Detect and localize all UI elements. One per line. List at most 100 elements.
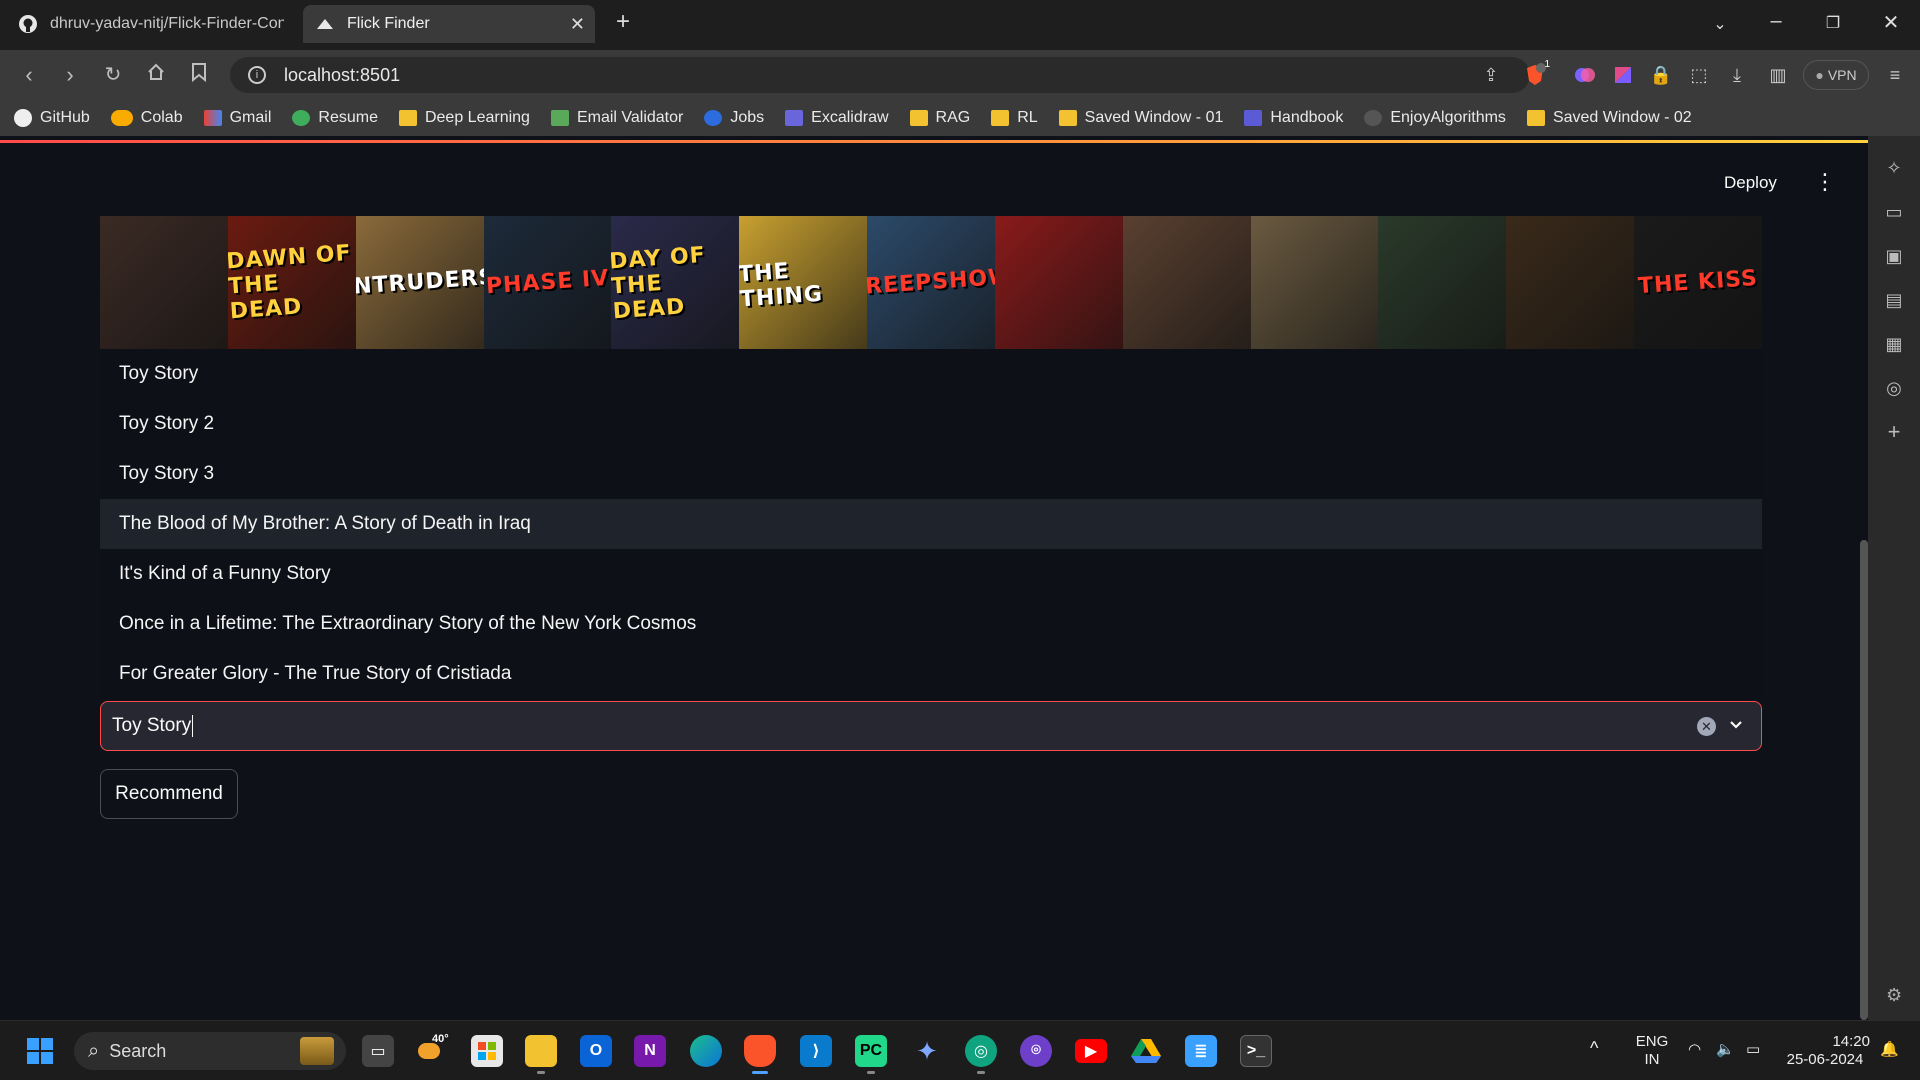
brave-shield-icon[interactable]: 1	[1522, 59, 1550, 88]
chatgpt-panel-icon[interactable]: ◎	[1882, 376, 1906, 400]
edge-icon[interactable]	[690, 1035, 722, 1067]
windows-start-icon[interactable]	[24, 1035, 56, 1067]
streamlit-icon	[315, 14, 335, 34]
chatgpt-icon[interactable]: ◎	[965, 1035, 997, 1067]
tab-github[interactable]: dhruv-yadav-nitj/Flick-Finder-Conte	[6, 5, 296, 43]
wallet-icon[interactable]: ▣	[1882, 244, 1906, 268]
bookmark-icon[interactable]	[186, 62, 212, 88]
add-panel-icon[interactable]: +	[1882, 420, 1906, 444]
bookmark-resume[interactable]: Resume	[292, 109, 378, 127]
notifications-icon[interactable]: 🔔	[1880, 1041, 1899, 1059]
share-icon[interactable]: ⇪	[1478, 62, 1504, 88]
extensions-icon[interactable]: ⬚	[1686, 62, 1712, 88]
bookmark-excalidraw[interactable]: Excalidraw	[785, 109, 889, 127]
file-explorer-icon[interactable]	[525, 1035, 557, 1067]
app-menu-icon[interactable]: ⋮	[1814, 169, 1836, 195]
volume-icon[interactable]: 🔈	[1716, 1041, 1735, 1059]
select-dropdown-menu: Toy Story Toy Story 2 Toy Story 3 The Blood…	[100, 349, 1762, 699]
brave-talk-icon[interactable]: ▭	[1882, 200, 1906, 224]
github-icon	[14, 109, 32, 127]
bookmark-saved-window-01[interactable]: Saved Window - 01	[1058, 109, 1223, 127]
github-desktop-icon[interactable]: ⌾	[1020, 1035, 1052, 1067]
battery-icon[interactable]: ▭	[1746, 1041, 1760, 1059]
bookmark-email-validator[interactable]: Email Validator	[550, 109, 683, 127]
github-icon	[18, 14, 38, 34]
bookmark-deep-learning[interactable]: Deep Learning	[398, 109, 530, 127]
menu-icon[interactable]: ≡	[1882, 62, 1908, 88]
reload-icon[interactable]: ↻	[100, 62, 126, 88]
chevron-up-icon[interactable]: ^	[1590, 1039, 1598, 1057]
store-icon[interactable]	[471, 1035, 503, 1067]
movie-poster	[1250, 216, 1379, 349]
google-drive-icon[interactable]	[1130, 1035, 1162, 1067]
clear-icon[interactable]: ✕	[1697, 717, 1716, 736]
search-placeholder: Search	[109, 1040, 167, 1061]
dropdown-option[interactable]: For Greater Glory - The True Story of Cr…	[100, 649, 1762, 699]
bookmark-colab[interactable]: Colab	[110, 109, 183, 127]
extension-flag-icon[interactable]	[1610, 62, 1636, 88]
home-icon[interactable]	[143, 62, 169, 88]
reading-list-icon[interactable]: ▦	[1882, 332, 1906, 356]
minimize-button[interactable]: –	[1756, 10, 1796, 33]
onenote-icon[interactable]: N	[634, 1035, 666, 1067]
bookmarks-panel-icon[interactable]: ▤	[1882, 288, 1906, 312]
back-icon[interactable]: ‹	[16, 62, 42, 88]
pycharm-icon[interactable]: PC	[855, 1035, 887, 1067]
dropdown-option[interactable]: Toy Story	[100, 349, 1762, 399]
vpn-button[interactable]: ● VPN	[1803, 60, 1869, 90]
recommend-button[interactable]: Recommend	[100, 769, 238, 819]
language-indicator[interactable]: ENG IN	[1630, 1033, 1674, 1069]
bookmark-rl[interactable]: RL	[991, 109, 1038, 127]
task-view-icon[interactable]: ▭	[362, 1035, 394, 1067]
clock[interactable]: 14:20 25-06-2024	[1780, 1033, 1870, 1069]
downloads-icon[interactable]: ⤓	[1724, 62, 1750, 88]
movie-posters-banner: DAWN OF THE DEAD INTRUDERS PHASE IV DAY OF …	[100, 216, 1762, 349]
bookmark-gmail[interactable]: Gmail	[203, 109, 271, 127]
vscode-icon[interactable]: ⟩	[800, 1035, 832, 1067]
new-tab-button[interactable]: +	[603, 8, 643, 36]
tab-flick-finder[interactable]: Flick Finder ✕	[303, 5, 595, 43]
weather-icon[interactable]: 40°	[414, 1033, 449, 1067]
bookmark-handbook[interactable]: Handbook	[1244, 109, 1343, 127]
dropdown-option[interactable]: The Blood of My Brother: A Story of Deat…	[100, 499, 1762, 549]
tab-search-chevron-icon[interactable]: ⌄	[1700, 14, 1740, 34]
outlook-icon[interactable]: O	[580, 1035, 612, 1067]
bookmark-github[interactable]: GitHub	[14, 109, 90, 127]
bookmark-enjoyalgorithms[interactable]: EnjoyAlgorithms	[1364, 109, 1506, 127]
taskbar-search[interactable]: ⌕ Search	[74, 1032, 346, 1070]
bookmarks-bar: GitHub Colab Gmail Resume Deep Learning …	[0, 100, 1920, 136]
dropdown-option[interactable]: It's Kind of a Funny Story	[100, 549, 1762, 599]
bookmark-jobs[interactable]: Jobs	[704, 109, 764, 127]
weather-temp: 40°	[432, 1033, 449, 1045]
bookmark-rag[interactable]: RAG	[909, 109, 970, 127]
chevron-down-icon[interactable]	[1726, 714, 1746, 734]
select-value: Toy Story	[112, 715, 192, 736]
restore-button[interactable]: ❐	[1813, 13, 1853, 33]
poster-title: CREEPSHOW	[867, 264, 995, 301]
resume-icon	[292, 110, 311, 126]
gemini-icon[interactable]: ✦	[911, 1035, 943, 1067]
page-scrollbar[interactable]	[1860, 540, 1868, 1020]
address-bar[interactable]: i localhost:8501	[230, 57, 1530, 93]
close-tab-icon[interactable]: ✕	[570, 14, 585, 35]
forward-icon[interactable]: ›	[57, 62, 83, 88]
close-window-button[interactable]: ✕	[1871, 10, 1911, 35]
gear-icon[interactable]: ⚙	[1886, 985, 1902, 1006]
dropdown-option[interactable]: Toy Story 2	[100, 399, 1762, 449]
extension-colorful-icon[interactable]	[1572, 62, 1598, 88]
notepad-icon[interactable]: ≣	[1185, 1035, 1217, 1067]
site-info-icon[interactable]: i	[248, 66, 266, 84]
lock-extension-icon[interactable]: 🔒	[1648, 62, 1674, 88]
sidebar-toggle-icon[interactable]: ▥	[1765, 62, 1791, 88]
movie-selectbox[interactable]: Toy Story ✕	[100, 701, 1762, 751]
poster-title: INTRUDERS	[355, 264, 484, 301]
terminal-icon[interactable]: >_	[1240, 1035, 1272, 1067]
brave-icon[interactable]	[744, 1035, 776, 1067]
deploy-button[interactable]: Deploy	[1724, 173, 1777, 193]
dropdown-option[interactable]: Once in a Lifetime: The Extraordinary St…	[100, 599, 1762, 649]
bookmark-saved-window-02[interactable]: Saved Window - 02	[1526, 109, 1692, 127]
dropdown-option[interactable]: Toy Story 3	[100, 449, 1762, 499]
leo-ai-icon[interactable]: ✧	[1882, 156, 1906, 180]
youtube-icon[interactable]: ▶	[1075, 1039, 1107, 1063]
wifi-icon[interactable]: ◠	[1688, 1041, 1701, 1059]
